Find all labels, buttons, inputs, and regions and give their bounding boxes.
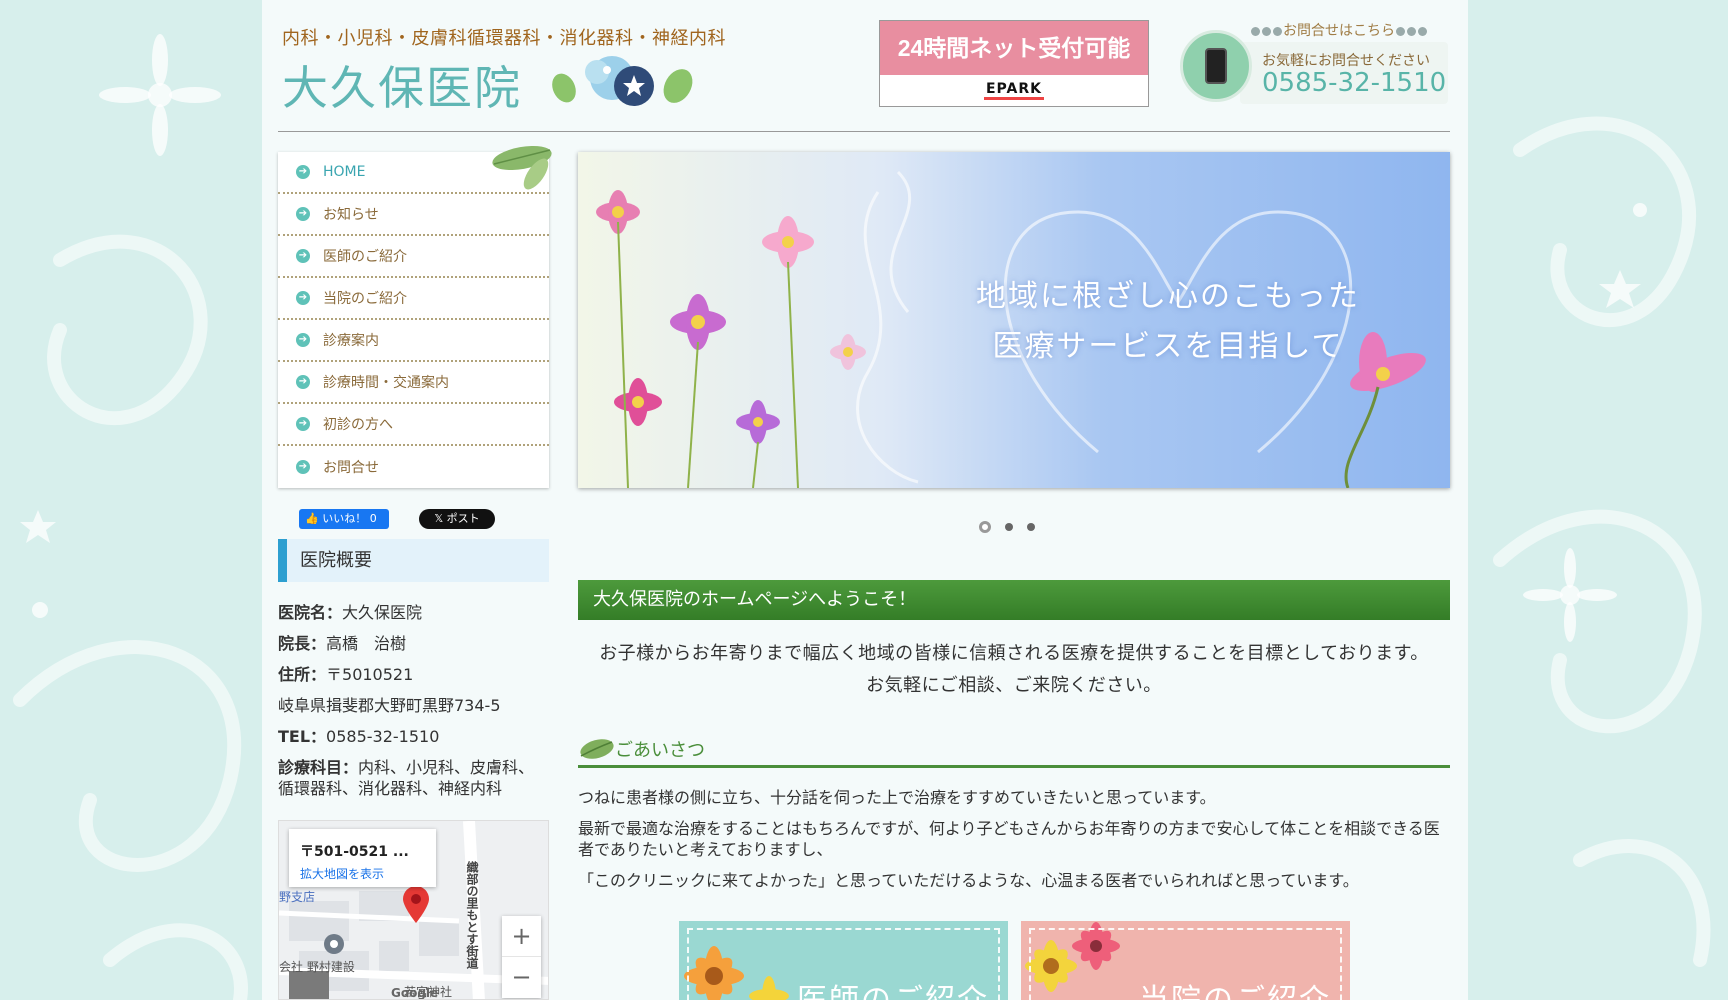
sidebar-item-label: 医師のご紹介 xyxy=(323,249,407,265)
contact-banner[interactable]: お問合せはこちら お気軽にお問合せください 0585-32-1510 xyxy=(1180,20,1450,106)
map-label-branch: 野支店 xyxy=(279,890,316,904)
hero-line-2: 医療サービスを目指して xyxy=(992,329,1344,364)
leaf-icon xyxy=(580,739,614,759)
map-enlarge-link[interactable]: 拡大地図を表示 xyxy=(300,865,384,882)
map-pin-icon[interactable] xyxy=(401,885,431,925)
contact-heading: お問合せはこちら xyxy=(1250,20,1428,40)
zoom-in-button[interactable]: + xyxy=(502,916,541,957)
sidebar-item-first-visit[interactable]: ➔ 初診の方へ xyxy=(278,404,549,446)
greeting-paragraph-1: つねに患者様の側に立ち、十分話を伺った上で治療をすすめていきたいと思っています。 xyxy=(578,788,1216,807)
director-row: 院長：高橋 治樹 xyxy=(278,634,407,653)
sidebar-item-label: HOME xyxy=(323,164,366,180)
sidebar-item-hours-access[interactable]: ➔ 診療時間・交通案内 xyxy=(278,362,549,404)
hero-slider[interactable]: 地域に根ざし心のこもった 医療サービスを目指して xyxy=(578,152,1450,488)
hero-line-1: 地域に根ざし心のこもった xyxy=(976,279,1360,314)
greeting-heading: ごあいさつ xyxy=(578,732,1450,768)
sidebar-item-contact[interactable]: ➔ お問合せ xyxy=(278,446,549,488)
facebook-like-button[interactable]: 👍 いいね！ 0 xyxy=(299,509,389,529)
contact-subtext: お気軽にお問合せください xyxy=(1262,53,1430,69)
epark-banner[interactable]: 24時間ネット受付可能 EPARK xyxy=(879,20,1149,107)
sidebar-item-services[interactable]: ➔ 診療案内 xyxy=(278,320,549,362)
contact-body: お気軽にお問合せください 0585-32-1510 xyxy=(1240,42,1448,104)
map-label-road: 織部の里もとす街道 xyxy=(465,861,479,969)
doctor-intro-banner[interactable]: 医師のご紹介 xyxy=(679,921,1008,1000)
header-divider xyxy=(278,131,1450,132)
doctor-intro-label: 医師のご紹介 xyxy=(797,975,989,1000)
slider-dot-3[interactable] xyxy=(1027,523,1035,531)
welcome-message: お子様からお年寄りまで幅広く地域の皆様に信頼される医療を提供することを目標として… xyxy=(599,643,1429,696)
logo-flower-icon xyxy=(552,56,693,106)
thumbs-up-icon: 👍 xyxy=(305,512,323,525)
address-row: 住所：〒5010521 xyxy=(278,665,414,684)
x-post-button[interactable]: 𝕏 ポスト xyxy=(419,509,495,529)
sidebar-item-doctor[interactable]: ➔ 医師のご紹介 xyxy=(278,236,549,278)
page-container: 内科・小児科・皮膚科循環器科・消化器科・神経内科 大久保医院 24時間ネット受付… xyxy=(262,0,1468,1000)
arrow-right-icon: ➔ xyxy=(296,333,310,347)
map-zoom-controls: + − xyxy=(502,916,541,998)
zoom-out-button[interactable]: − xyxy=(502,957,541,998)
contact-phone-number: 0585-32-1510 xyxy=(1262,68,1447,98)
arrow-right-icon: ➔ xyxy=(296,291,310,305)
overview-heading: 医院概要 xyxy=(278,539,549,582)
greeting-paragraph-2: 最新で最適な治療をすることはもちろんですが、何より子どもさんからお年寄りの方まで… xyxy=(578,819,1440,859)
clinic-name-row: 医院名：大久保医院 xyxy=(278,603,423,622)
arrow-right-icon: ➔ xyxy=(296,417,310,431)
site-header: 内科・小児科・皮膚科循環器科・消化器科・神経内科 大久保医院 24時間ネット受付… xyxy=(262,0,1468,132)
sidebar-item-label: 診療時間・交通案内 xyxy=(323,375,449,391)
x-logo-icon: 𝕏 xyxy=(434,512,447,525)
clinic-intro-label: 当院のご紹介 xyxy=(1139,975,1331,1000)
sidebar-item-label: 初診の方へ xyxy=(323,417,393,433)
sidebar-item-home[interactable]: ➔ HOME xyxy=(278,152,549,194)
departments-row: 診療科目：内科、小児科、皮膚科、循環器科、消化器科、神経内科 xyxy=(278,758,535,798)
arrow-right-icon: ➔ xyxy=(296,165,310,179)
arrow-right-icon: ➔ xyxy=(296,207,310,221)
address-line: 岐阜県揖斐郡大野町黒野734-5 xyxy=(278,696,501,715)
slider-dot-1[interactable] xyxy=(979,521,991,533)
greeting-paragraph-3: 「このクリニックに来てよかった」と思っていただけるような、心温まる医者でいられれ… xyxy=(578,871,1359,890)
map-address: 〒501-0521 ... xyxy=(300,844,409,860)
sidebar-item-label: 診療案内 xyxy=(323,333,379,349)
epark-logo: EPARK xyxy=(983,81,1044,100)
map-label-construction: 会社 野村建設 xyxy=(279,960,355,974)
epark-banner-text: 24時間ネット受付可能 xyxy=(880,21,1148,75)
greeting-title: ごあいさつ xyxy=(615,740,705,761)
map-info-card: 〒501-0521 ... 拡大地図を表示 xyxy=(289,829,436,887)
sidebar-item-news[interactable]: ➔ お知らせ xyxy=(278,194,549,236)
smartphone-icon xyxy=(1180,30,1252,102)
site-logo[interactable]: 大久保医院 xyxy=(282,52,522,118)
sidebar-item-label: お知らせ xyxy=(323,207,379,223)
arrow-right-icon: ➔ xyxy=(296,375,310,389)
tel-row: TEL：0585-32-1510 xyxy=(278,727,440,746)
sidebar-item-clinic[interactable]: ➔ 当院のご紹介 xyxy=(278,278,549,320)
slider-dot-2[interactable] xyxy=(1005,523,1013,531)
arrow-right-icon: ➔ xyxy=(296,460,310,474)
google-map[interactable]: 野支店 織部の里もとす街道 会社 野村建設 若宮神社 Google 〒501-0… xyxy=(278,820,549,1000)
arrow-right-icon: ➔ xyxy=(296,249,310,263)
department-subtitle: 内科・小児科・皮膚科循環器科・消化器科・神経内科 xyxy=(282,28,726,49)
clinic-intro-banner[interactable]: 当院のご紹介 xyxy=(1021,921,1350,1000)
sidebar-item-label: 当院のご紹介 xyxy=(323,291,407,307)
hero-caption: 地域に根ざし心のこもった 医療サービスを目指して xyxy=(948,272,1388,372)
sidebar-item-label: お問合せ xyxy=(323,460,379,476)
slider-pager xyxy=(979,521,1035,533)
google-logo: Google xyxy=(391,986,439,1000)
sidebar-nav: ➔ HOME ➔ お知らせ ➔ 医師のご紹介 ➔ 当院のご紹介 ➔ 診療案内 ➔… xyxy=(278,145,552,488)
welcome-heading: 大久保医院のホームページへようこそ！ xyxy=(578,580,1450,620)
